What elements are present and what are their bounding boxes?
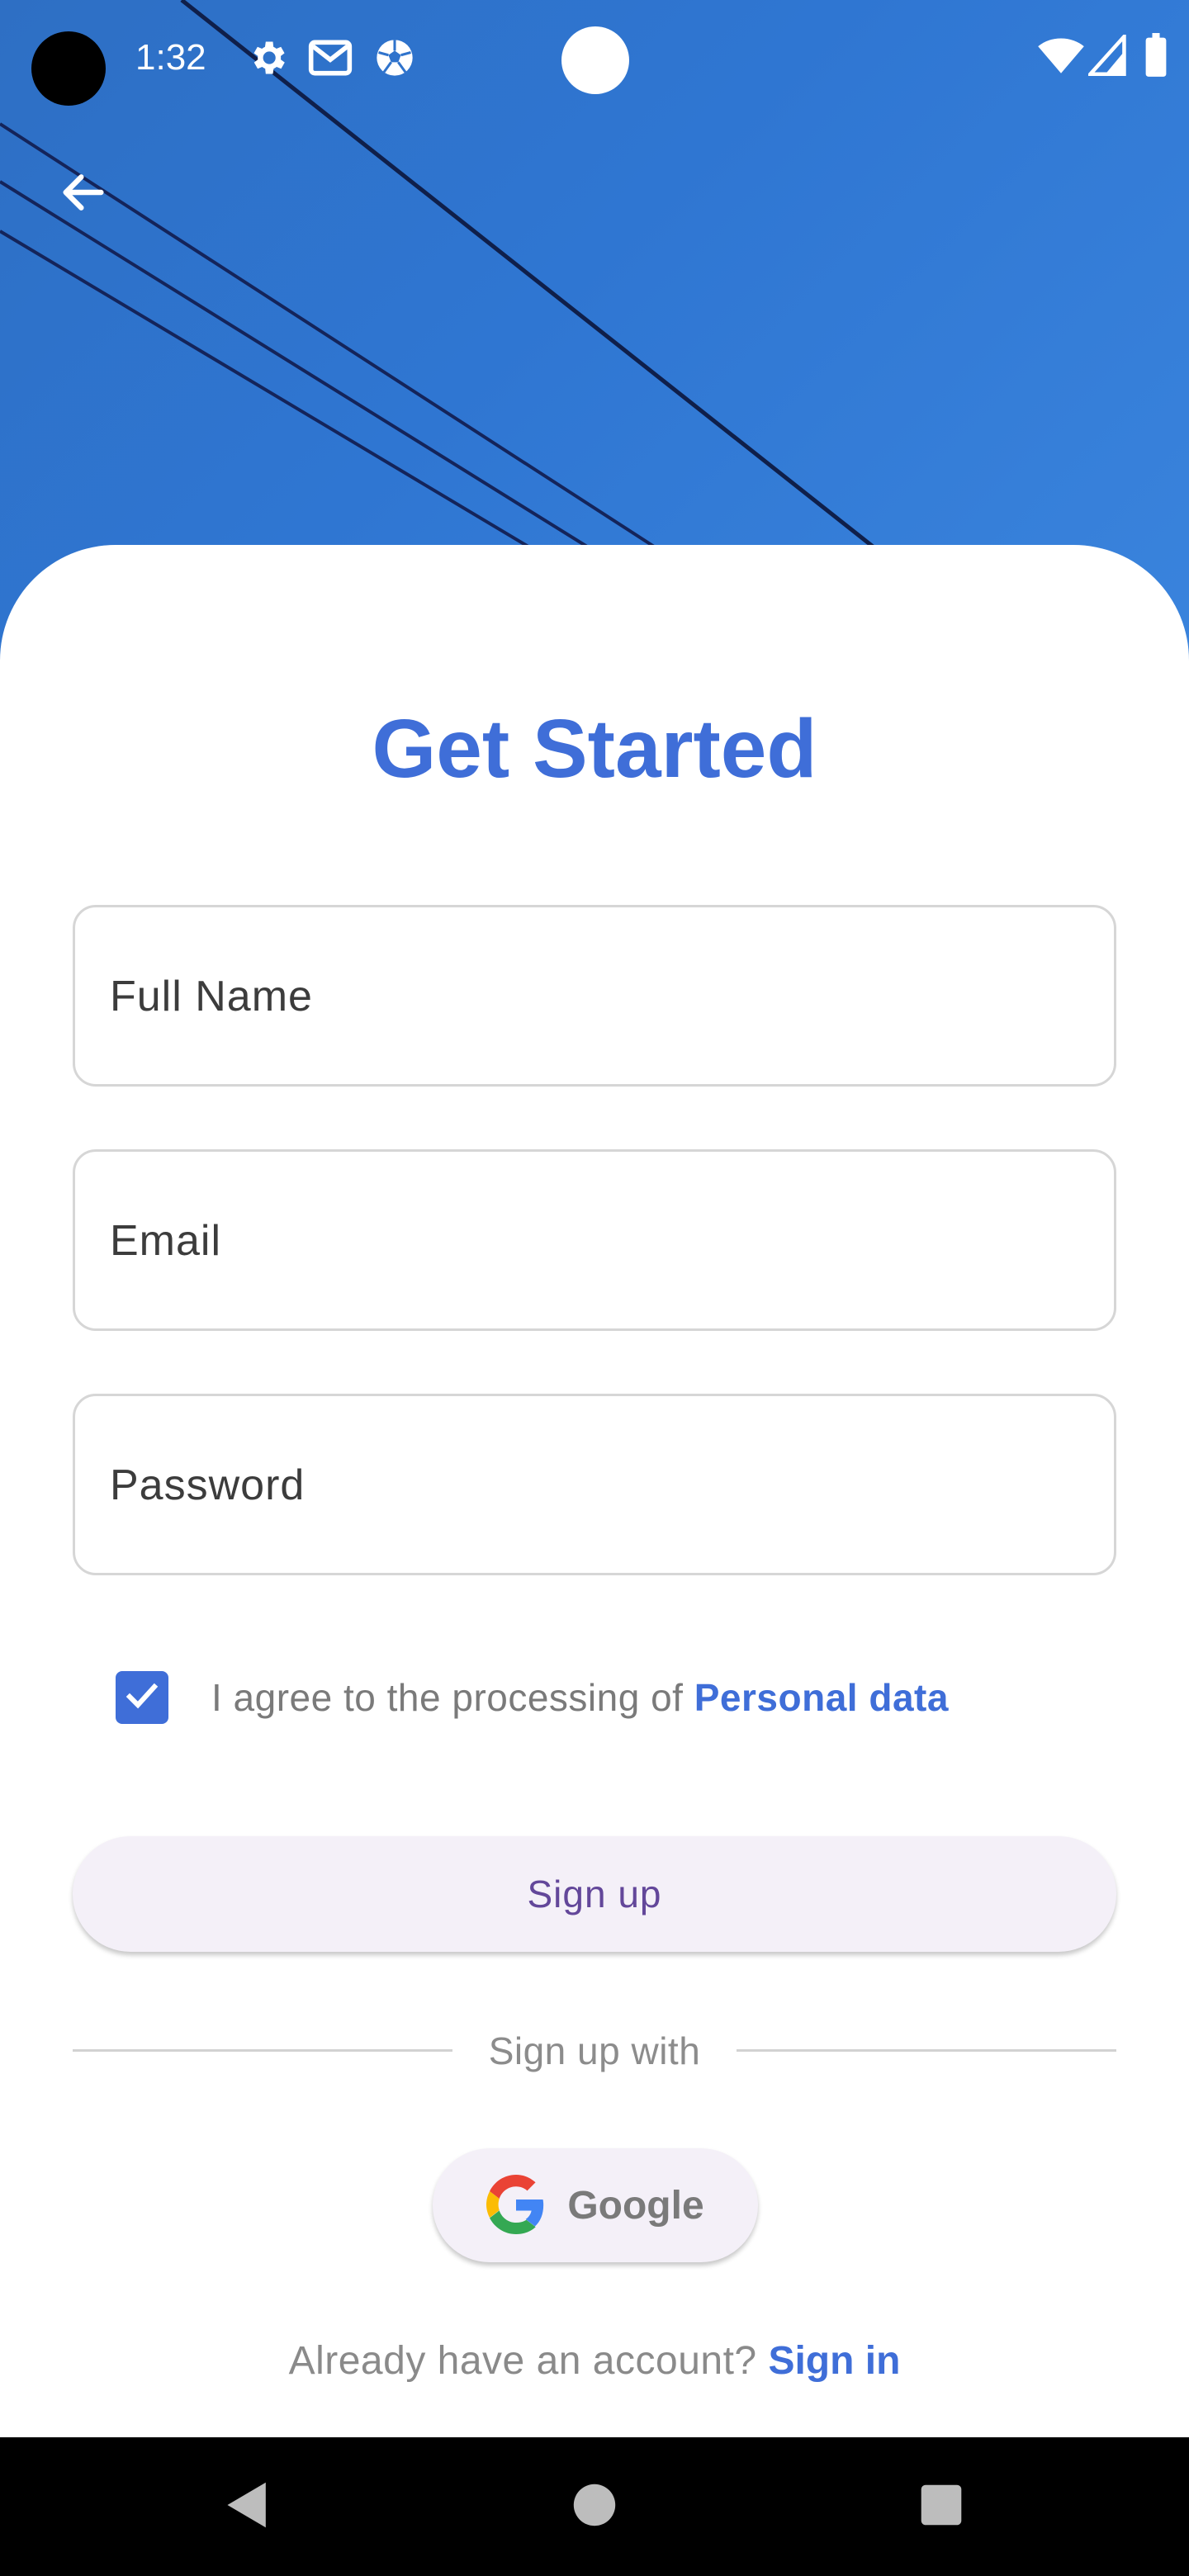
settings-icon [246,36,289,83]
page-title: Get Started [372,703,817,795]
signin-row: Already have an account? Sign in [0,2335,1189,2383]
google-logo-icon [486,2174,546,2237]
soccer-ball-icon [373,36,416,83]
back-button[interactable] [46,157,121,231]
email-input[interactable] [108,1152,1086,1330]
status-time: 1:32 [135,37,206,78]
navigation-bar [0,2437,1189,2576]
status-bar: 1:32 [0,0,1189,116]
google-button-label: Google [567,2183,704,2228]
checkmark-icon [122,1676,162,1720]
battery-icon [1144,33,1168,82]
nav-home-button[interactable] [528,2437,661,2576]
divider-left [73,2049,452,2052]
recents-square-icon [919,2483,964,2531]
divider-label: Sign up with [488,2029,701,2072]
signin-link[interactable]: Sign in [768,2339,900,2383]
signal-icon [1086,31,1126,80]
google-signup-button[interactable]: Google [433,2148,758,2262]
signin-prompt: Already have an account? [288,2339,769,2383]
back-triangle-icon [225,2480,271,2534]
personal-data-link[interactable]: Personal data [694,1676,949,1719]
divider-right [737,2049,1116,2052]
nav-recents-button[interactable] [875,2437,1007,2576]
password-field[interactable] [73,1394,1116,1575]
full-name-input[interactable] [108,907,1086,1086]
agree-checkbox[interactable] [116,1671,168,1724]
agree-label: I agree to the processing of Personal da… [211,1671,949,1724]
nav-back-button[interactable] [182,2437,314,2576]
front-camera-indicator [561,26,629,94]
signup-button[interactable]: Sign up [73,1836,1116,1952]
gmail-icon [307,36,353,83]
full-name-field[interactable] [73,905,1116,1087]
email-field[interactable] [73,1149,1116,1331]
arrow-back-icon [57,166,110,223]
camera-cutout [31,31,106,106]
wifi-icon [1037,35,1085,80]
home-circle-icon [571,2482,618,2532]
agree-text: I agree to the processing of [211,1676,694,1719]
password-input[interactable] [108,1396,1086,1574]
